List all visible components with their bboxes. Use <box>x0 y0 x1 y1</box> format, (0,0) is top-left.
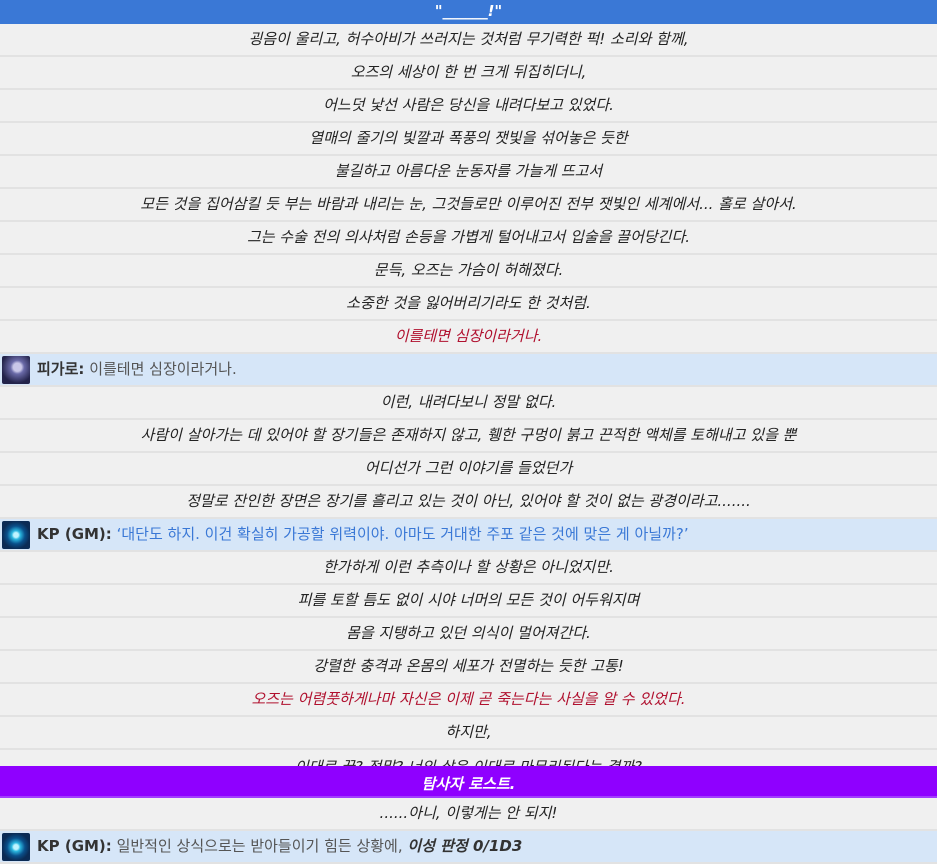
speaker-name: 피가로: <box>37 360 85 378</box>
narration-line: 피를 토할 틈도 없이 시야 너머의 모든 것이 어두워지며 <box>0 585 937 618</box>
lost-banner: 탐사자 로스트. <box>0 766 937 798</box>
narration-line: 열매의 줄기의 빛깔과 폭풍의 잿빛을 섞어놓은 듯한 <box>0 123 937 156</box>
narration-line: 이런, 내려다보니 정말 없다. <box>0 387 937 420</box>
narration-line: 몸을 지탱하고 있던 의식이 멀어져간다. <box>0 618 937 651</box>
message-text: 이를테면 심장이라거나. <box>89 360 237 378</box>
narration-line: 오즈의 세상이 한 번 크게 뒤집히더니, <box>0 57 937 90</box>
narration-line: 한가하게 이런 추측이나 할 상황은 아니었지만. <box>0 552 937 585</box>
sanity-check-text: 이성 판정 0/1D3 <box>407 837 523 855</box>
narration-line: 오즈는 어렴풋하게나마 자신은 이제 곧 죽는다는 사실을 알 수 있었다. <box>0 684 937 717</box>
speaker-name: KP (GM): <box>37 837 112 855</box>
narration-line: 소중한 것을 잃어버리기라도 한 것처럼. <box>0 288 937 321</box>
figaro-avatar[interactable] <box>2 356 30 384</box>
narration-line: 하지만, <box>0 717 937 750</box>
narration-line: 굉음이 울리고, 허수아비가 쓰러지는 것처럼 무기력한 퍽! 소리와 함께, <box>0 24 937 57</box>
chat-message: KP (GM): ‘대단도 하지. 이건 확실히 가공할 위력이야. 아마도 거… <box>0 519 937 552</box>
message-text: 일반적인 상식으로는 받아들이기 힘든 상황에, <box>116 837 403 855</box>
narration-line: 어디선가 그런 이야기를 들었던가 <box>0 453 937 486</box>
message-text: ‘대단도 하지. 이건 확실히 가공할 위력이야. 아마도 거대한 주포 같은 … <box>116 525 689 543</box>
narration-line: 사람이 살아가는 데 있어야 할 장기들은 존재하지 않고, 휑한 구멍이 붉고… <box>0 420 937 453</box>
narration-line: 불길하고 아름다운 눈동자를 가늘게 뜨고서 <box>0 156 937 189</box>
log-header: "______!" <box>0 0 937 24</box>
narration-line: 어느덧 낯선 사람은 당신을 내려다보고 있었다. <box>0 90 937 123</box>
chat-message: 피가로: 이를테면 심장이라거나. <box>0 354 937 387</box>
message-list: 굉음이 울리고, 허수아비가 쓰러지는 것처럼 무기력한 퍽! 소리와 함께, 오… <box>0 24 937 750</box>
narration-line: 정말로 잔인한 장면은 장기를 흘리고 있는 것이 아닌, 있어야 할 것이 없… <box>0 486 937 519</box>
partial-message: 이대로 끝? 정말? 너의 삶은 이대로 마무리된다는 결까? <box>0 752 937 766</box>
narration-line: 문득, 오즈는 가슴이 허해졌다. <box>0 255 937 288</box>
narration-line: ......아니, 이렇게는 안 되지! <box>0 798 937 831</box>
chat-log[interactable]: "______!" 굉음이 울리고, 허수아비가 쓰러지는 것처럼 무기력한 퍽… <box>0 0 937 750</box>
kp-avatar[interactable] <box>2 833 30 861</box>
narration-line: 그는 수술 전의 의사처럼 손등을 가볍게 털어내고서 입술을 끌어당긴다. <box>0 222 937 255</box>
narration-line: 이를테면 심장이라거나. <box>0 321 937 354</box>
kp-avatar[interactable] <box>2 521 30 549</box>
narration-line: 모든 것을 집어삼킬 듯 부는 바람과 내리는 눈, 그것들로만 이루어진 전부… <box>0 189 937 222</box>
narration-line: 강렬한 충격과 온몸의 세포가 전멸하는 듯한 고통! <box>0 651 937 684</box>
speaker-name: KP (GM): <box>37 525 112 543</box>
chat-message-kp: KP (GM): 일반적인 상식으로는 받아들이기 힘든 상황에, 이성 판정 … <box>0 831 937 864</box>
